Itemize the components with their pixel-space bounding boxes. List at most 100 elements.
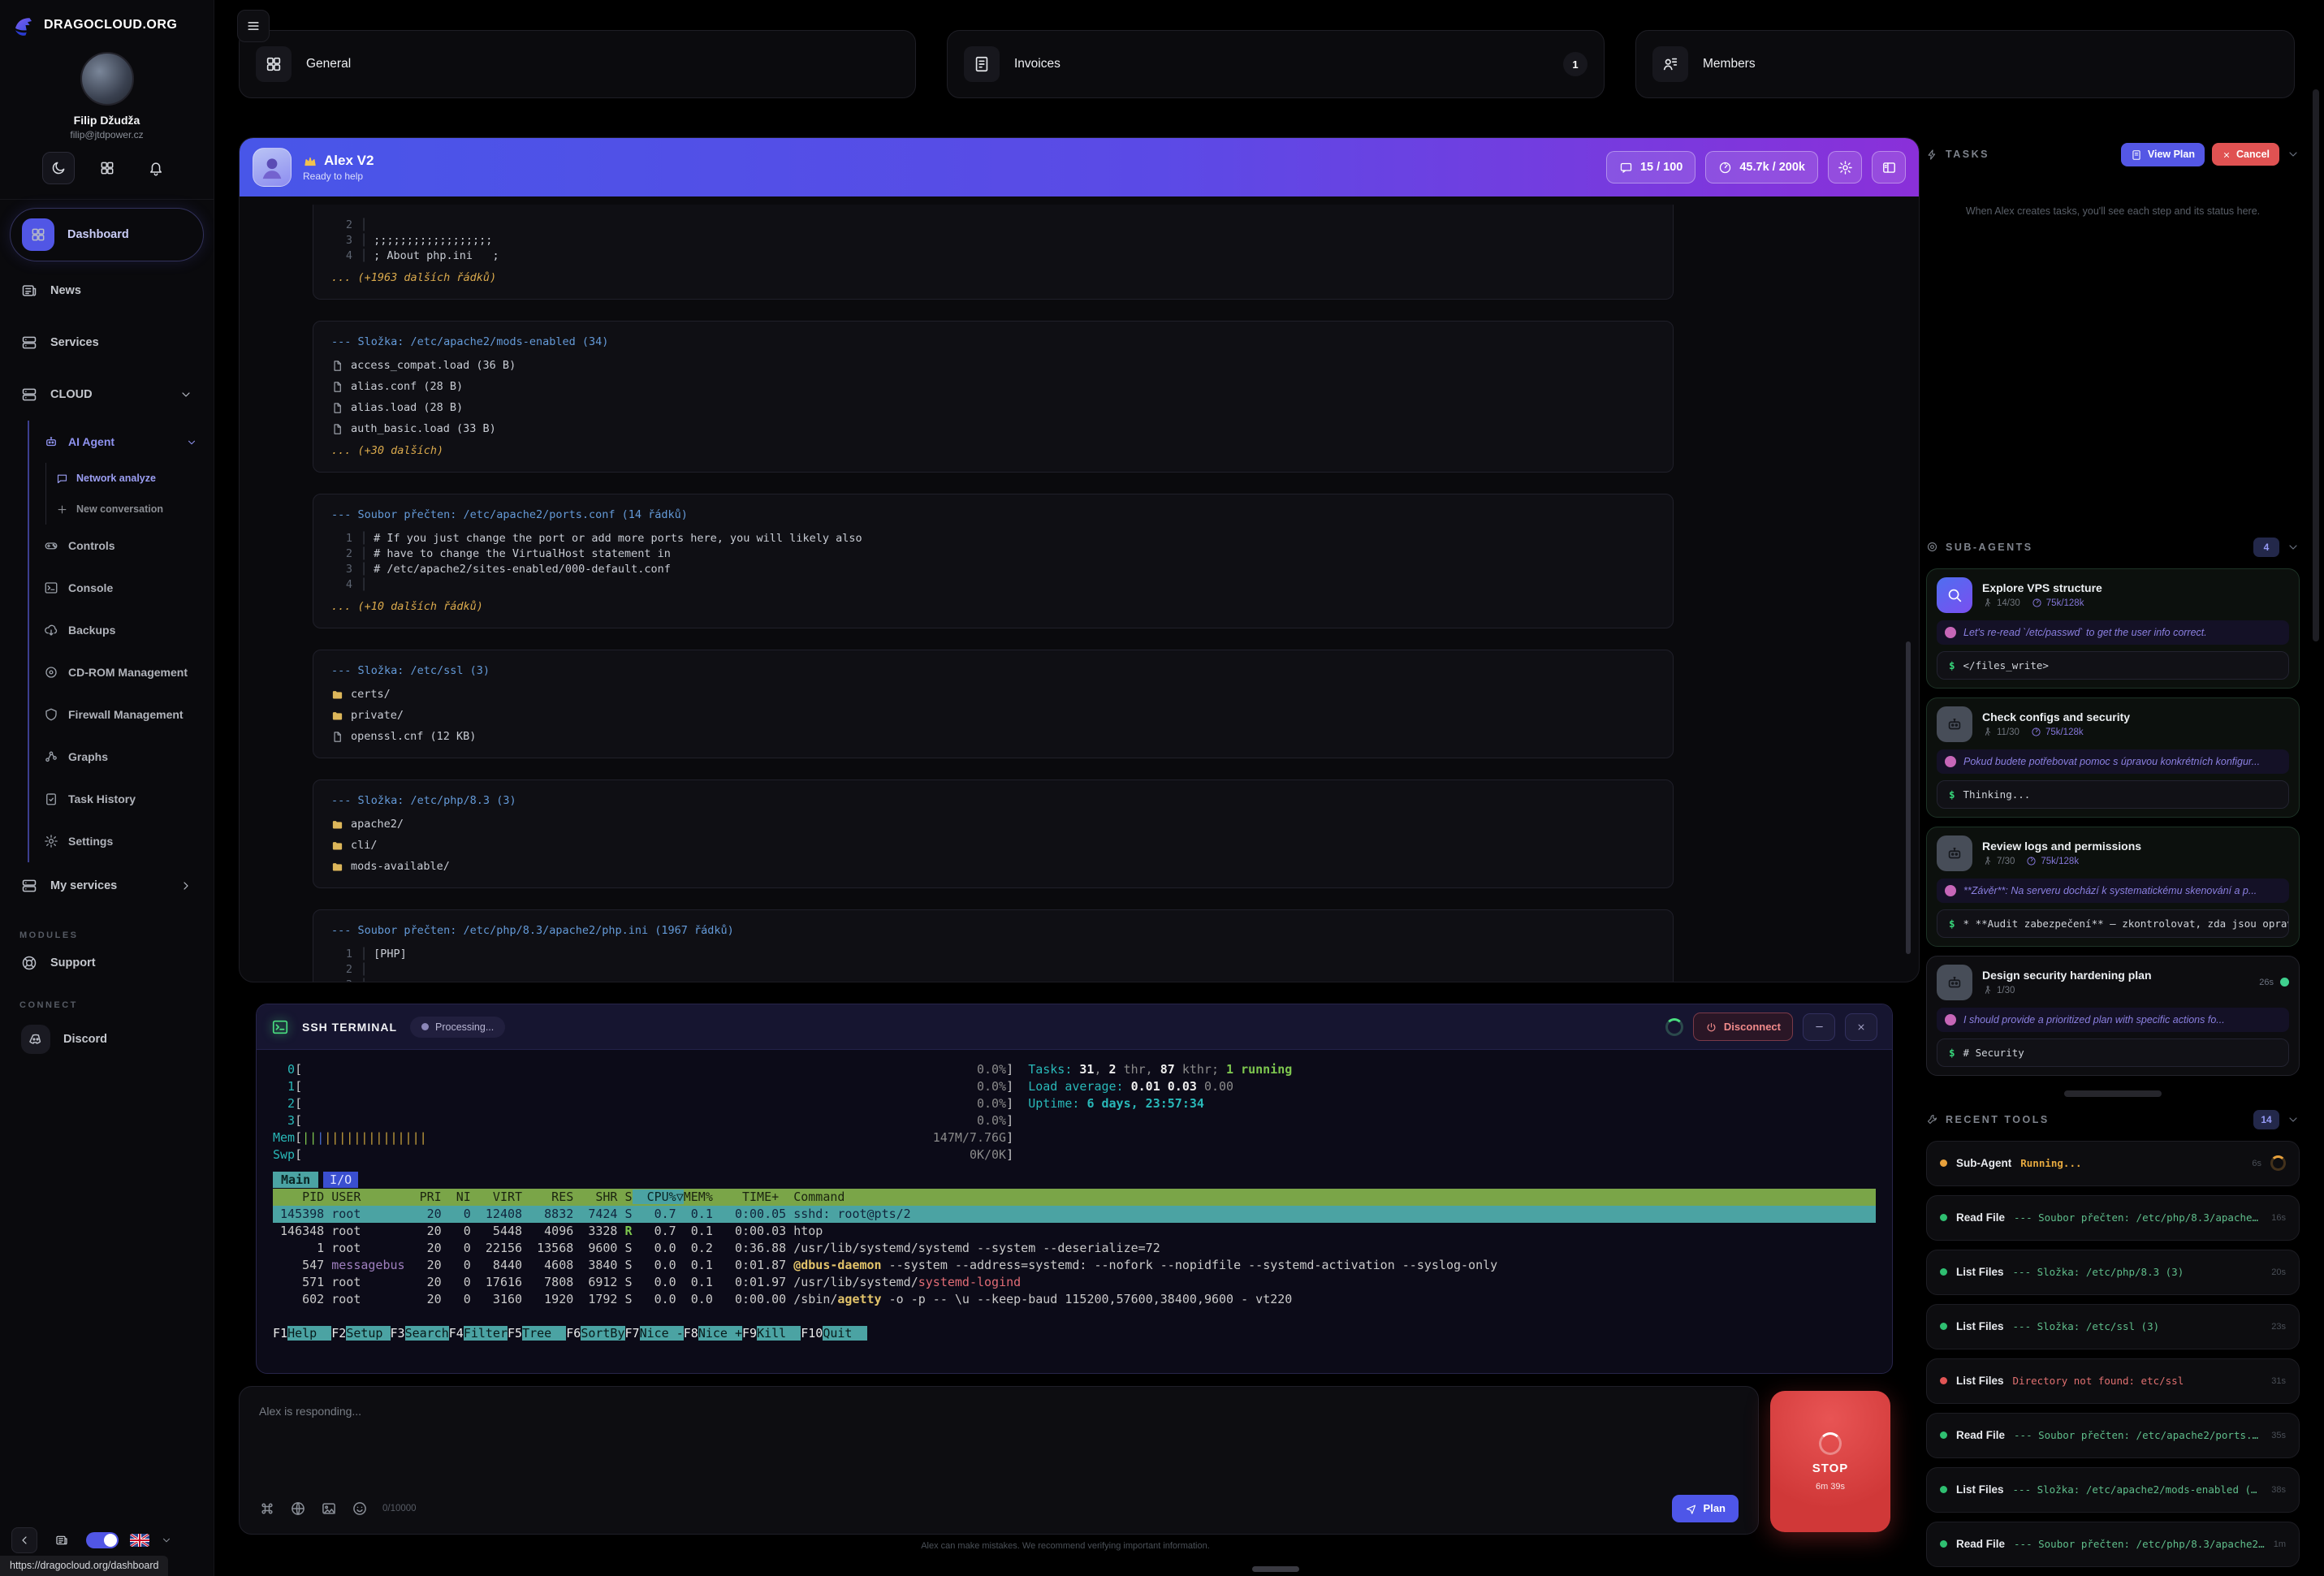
discord-icon	[21, 1025, 50, 1054]
sidebar-item-controls[interactable]: Controls	[37, 525, 204, 567]
toggle-panel-button[interactable]	[1872, 151, 1906, 184]
sidebar-item-cdrom-management[interactable]: CD-ROM Management	[37, 651, 204, 693]
recent-tool-item[interactable]: List Files --- Složka: /etc/php/8.3 (3) …	[1926, 1250, 2300, 1295]
sidebar-item-task-history[interactable]: Task History	[37, 778, 204, 820]
target-icon	[1926, 541, 1938, 553]
dragon-logo-icon	[11, 13, 36, 37]
commands-icon[interactable]	[259, 1500, 275, 1517]
tab-members[interactable]: Members	[1635, 30, 2295, 98]
view-plan-button[interactable]: View Plan	[2121, 143, 2205, 166]
htop-row-selected[interactable]: 145398 root 20 0 12408 8832 7424 S 0.7 0…	[273, 1206, 1876, 1223]
tool-name: List Files	[1956, 1375, 2004, 1387]
subagent-card[interactable]: Review logs and permissions 7/30 75k/128…	[1926, 827, 2300, 947]
tab-invoices[interactable]: Invoices 1	[947, 30, 1605, 98]
walk-icon	[1982, 598, 1993, 608]
sidebar-item-my-services[interactable]: My services	[10, 862, 204, 909]
tool-status-dot	[1940, 1268, 1947, 1276]
tool-result: --- Složka: /etc/php/8.3 (3)	[2013, 1266, 2263, 1278]
notifications-button[interactable]	[140, 152, 172, 184]
sidebar-item-firewall-management[interactable]: Firewall Management	[37, 693, 204, 736]
file-entry: cli/	[331, 838, 1655, 853]
moon-icon	[50, 160, 67, 176]
emoji-icon[interactable]	[352, 1500, 368, 1517]
collapse-subagents-icon[interactable]	[2287, 541, 2300, 554]
subagent-card[interactable]: Design security hardening plan 1/30 26s …	[1926, 956, 2300, 1076]
panel-resize-handle[interactable]	[2064, 1090, 2162, 1097]
sidebar-item-support[interactable]: Support	[0, 947, 214, 979]
sidebar-item-console[interactable]: Console	[37, 567, 204, 609]
plan-button[interactable]: Plan	[1672, 1495, 1739, 1522]
agent-panel: Alex V2 Ready to help 15 / 100 45.7k / 2…	[239, 137, 1920, 982]
sidebar-item-new-conversation[interactable]: New conversation	[56, 494, 204, 525]
document-icon	[2131, 149, 2142, 161]
recent-tool-item[interactable]: Read File --- Soubor přečten: /etc/php/8…	[1926, 1522, 2300, 1567]
htop-row[interactable]: 602 root 20 0 3160 1920 1792 S 0.0 0.0 0…	[273, 1291, 1876, 1308]
messages-quota-badge[interactable]: 15 / 100	[1606, 151, 1695, 184]
attach-image-icon[interactable]	[321, 1500, 337, 1517]
subagent-card[interactable]: Explore VPS structure 14/30 75k/128k Let…	[1926, 568, 2300, 689]
tokens-quota-badge[interactable]: 45.7k / 200k	[1705, 151, 1818, 184]
htop-row[interactable]: 571 root 20 0 17616 7808 6912 S 0.0 0.1 …	[273, 1274, 1876, 1291]
web-icon[interactable]	[290, 1500, 306, 1517]
horizontal-scrollbar[interactable]	[1252, 1566, 1299, 1572]
sidebar-item-news[interactable]: News	[10, 265, 204, 317]
tab-general[interactable]: General	[239, 30, 916, 98]
recent-tool-item[interactable]: Sub-Agent Running... 6s	[1926, 1141, 2300, 1186]
minimize-terminal-button[interactable]	[1803, 1013, 1835, 1041]
message-composer[interactable]: Alex is responding... 0/10000 Plan	[239, 1386, 1759, 1535]
sidebar-item-settings[interactable]: Settings	[37, 820, 204, 862]
recent-tool-item[interactable]: List Files Directory not found: etc/ssl …	[1926, 1358, 2300, 1404]
subagents-header: SUB-AGENTS 4	[1926, 538, 2300, 557]
recent-tool-item[interactable]: List Files --- Složka: /etc/ssl (3) 23s	[1926, 1304, 2300, 1349]
subagent-card[interactable]: Check configs and security 11/30 75k/128…	[1926, 697, 2300, 818]
recent-tool-item[interactable]: Read File --- Soubor přečten: /etc/php/8…	[1926, 1195, 2300, 1241]
folder-icon	[331, 710, 343, 722]
sidebar-item-backups[interactable]: Backups	[37, 609, 204, 651]
recent-tool-item[interactable]: List Files --- Složka: /etc/apache2/mods…	[1926, 1467, 2300, 1513]
chat-scrollbar[interactable]	[1906, 641, 1911, 954]
apps-button[interactable]	[91, 152, 123, 184]
language-chevron-icon[interactable]	[161, 1533, 172, 1548]
recent-tools-list: Sub-Agent Running... 6s Read File --- So…	[1926, 1141, 2300, 1567]
close-terminal-button[interactable]	[1845, 1013, 1877, 1041]
more-lines-note: ... (+10 dalších řádků)	[331, 599, 1655, 615]
htop-row[interactable]: 547 messagebus 20 0 8440 4608 3840 S 0.0…	[273, 1257, 1876, 1274]
collapse-tools-icon[interactable]	[2287, 1113, 2300, 1126]
disconnect-button[interactable]: Disconnect	[1693, 1013, 1793, 1040]
file-entry: alias.load (28 B)	[331, 400, 1655, 416]
sidebar-item-network-analyze[interactable]: Network analyze	[56, 463, 204, 494]
htop-tab-main[interactable]: Main	[273, 1172, 318, 1188]
sidebar-item-label: Backups	[68, 624, 115, 637]
menu-button[interactable]	[237, 10, 270, 42]
stop-button[interactable]: STOP 6m 39s	[1770, 1391, 1890, 1532]
sidebar-item-dashboard[interactable]: Dashboard	[10, 208, 204, 261]
theme-toggle-button[interactable]	[42, 152, 75, 184]
htop-tab-io[interactable]: I/O	[323, 1172, 358, 1188]
tab-members-label: Members	[1703, 57, 1756, 71]
agent-settings-button[interactable]	[1828, 151, 1862, 184]
htop-row[interactable]: 1 root 20 0 22156 13568 9600 S 0.0 0.2 0…	[273, 1240, 1876, 1257]
sidebar-item-services[interactable]: Services	[10, 317, 204, 369]
user-avatar[interactable]	[80, 52, 134, 106]
gauge-icon	[1718, 161, 1732, 175]
collapse-sidebar-button[interactable]	[11, 1527, 37, 1553]
terminal-spinner-icon	[1665, 1018, 1683, 1036]
uk-flag-icon[interactable]	[130, 1534, 149, 1547]
theme-switch-toggle[interactable]	[86, 1532, 119, 1548]
docs-icon[interactable]	[49, 1527, 75, 1553]
htop-row[interactable]: 146348 root 20 0 5448 4096 3328 R 0.7 0.…	[273, 1223, 1876, 1240]
cancel-button[interactable]: Cancel	[2212, 143, 2279, 166]
chevD-icon	[186, 437, 197, 448]
window-scrollbar[interactable]	[2313, 89, 2319, 641]
general-tab-icon	[256, 46, 292, 82]
sidebar-item-cloud[interactable]: CLOUD	[10, 369, 204, 421]
agent-name: Alex V2	[303, 153, 374, 169]
walk-icon	[1982, 985, 1993, 995]
collapse-tasks-icon[interactable]	[2287, 148, 2300, 161]
chevD-icon	[2287, 1113, 2300, 1126]
recent-tool-item[interactable]: Read File --- Soubor přečten: /etc/apach…	[1926, 1413, 2300, 1458]
sidebar-item-graphs[interactable]: Graphs	[37, 736, 204, 778]
sidebar-item-discord[interactable]: Discord	[0, 1017, 214, 1062]
sidebar-item-ai-agent[interactable]: AI Agent	[37, 421, 204, 463]
divider	[0, 199, 214, 200]
